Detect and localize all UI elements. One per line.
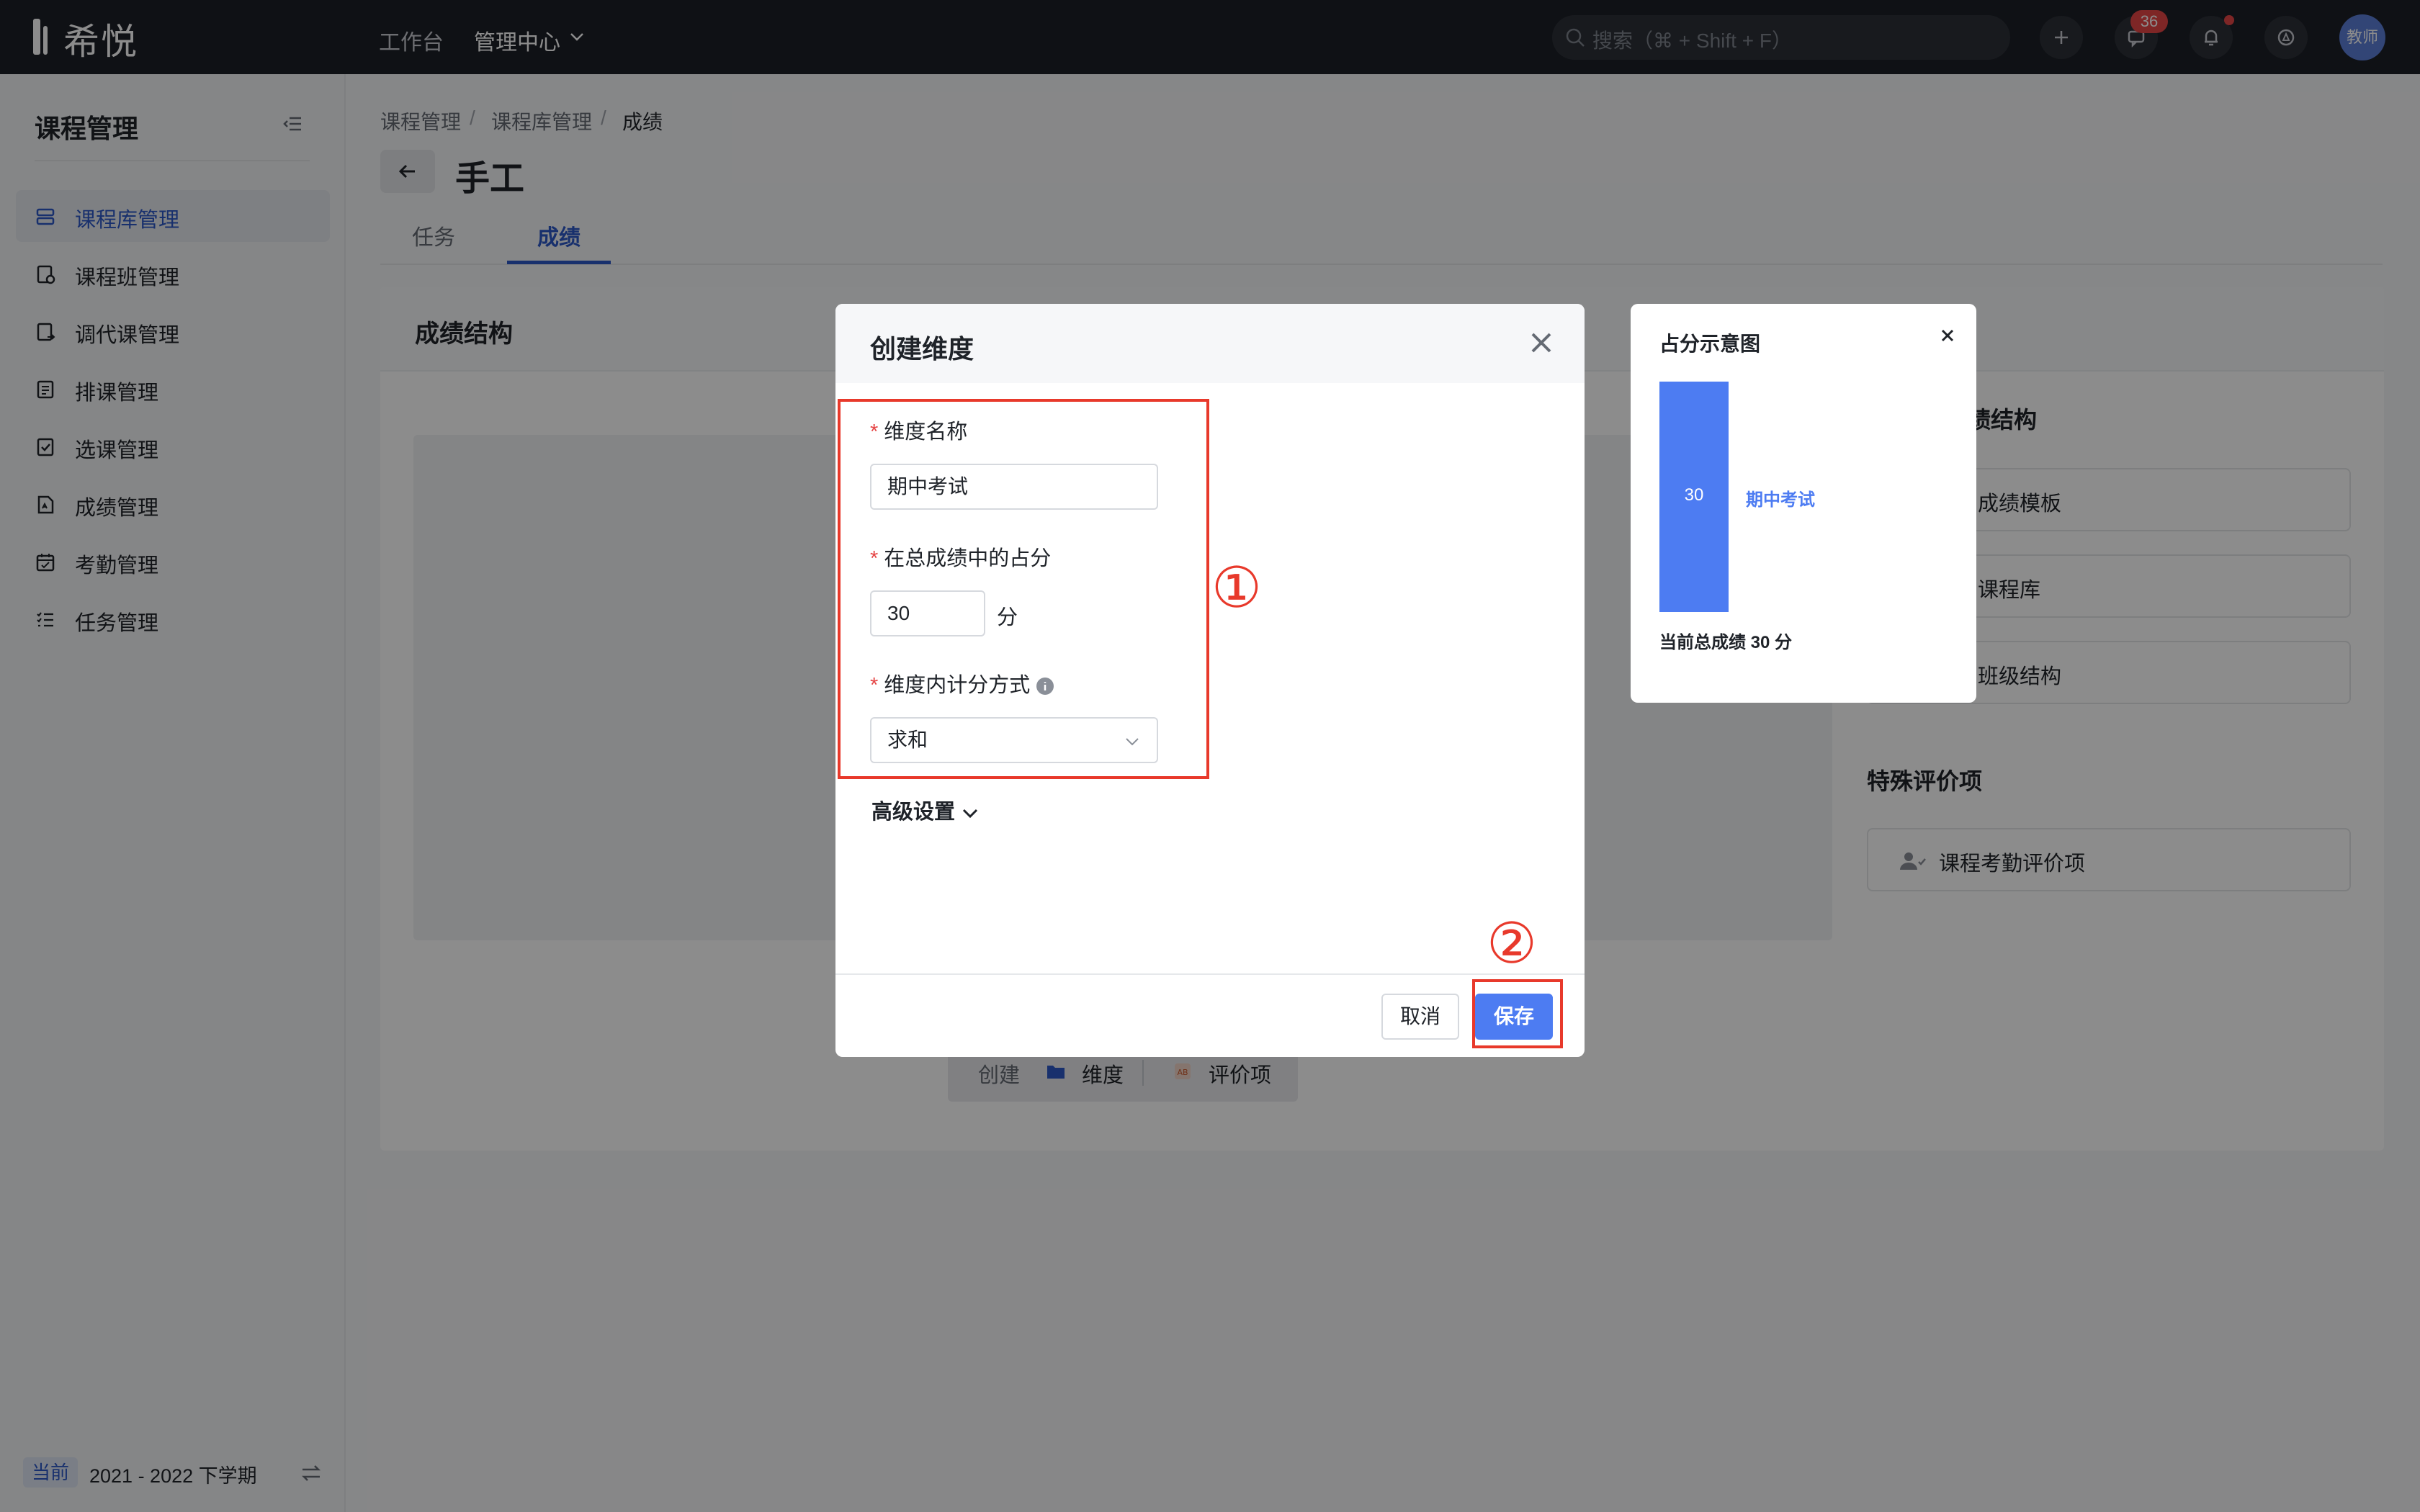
close-icon[interactable] <box>1939 327 1956 344</box>
score-preview-panel: 占分示意图 30 期中考试 当前总成绩 30 分 <box>1631 304 1976 703</box>
advanced-settings-toggle[interactable]: 高级设置 <box>871 795 980 825</box>
chevron-down-icon <box>962 809 978 819</box>
dialog-footer-divider <box>835 973 1585 975</box>
preview-bar-value: 30 <box>1684 485 1704 505</box>
cancel-button[interactable]: 取消 <box>1381 994 1459 1040</box>
preview-total: 当前总成绩 30 分 <box>1659 633 1793 652</box>
preview-bar-label: 期中考试 <box>1746 490 1815 510</box>
dialog-title: 创建维度 <box>870 334 974 364</box>
annotation-box-form-fields <box>838 399 1209 779</box>
preview-title: 占分示意图 <box>1659 333 1761 355</box>
annotation-box-save <box>1472 979 1563 1048</box>
advanced-settings-label: 高级设置 <box>871 801 956 824</box>
annotation-number-1: ① <box>1211 556 1262 619</box>
annotation-number-2: ② <box>1487 912 1537 975</box>
close-icon[interactable] <box>1528 330 1554 356</box>
